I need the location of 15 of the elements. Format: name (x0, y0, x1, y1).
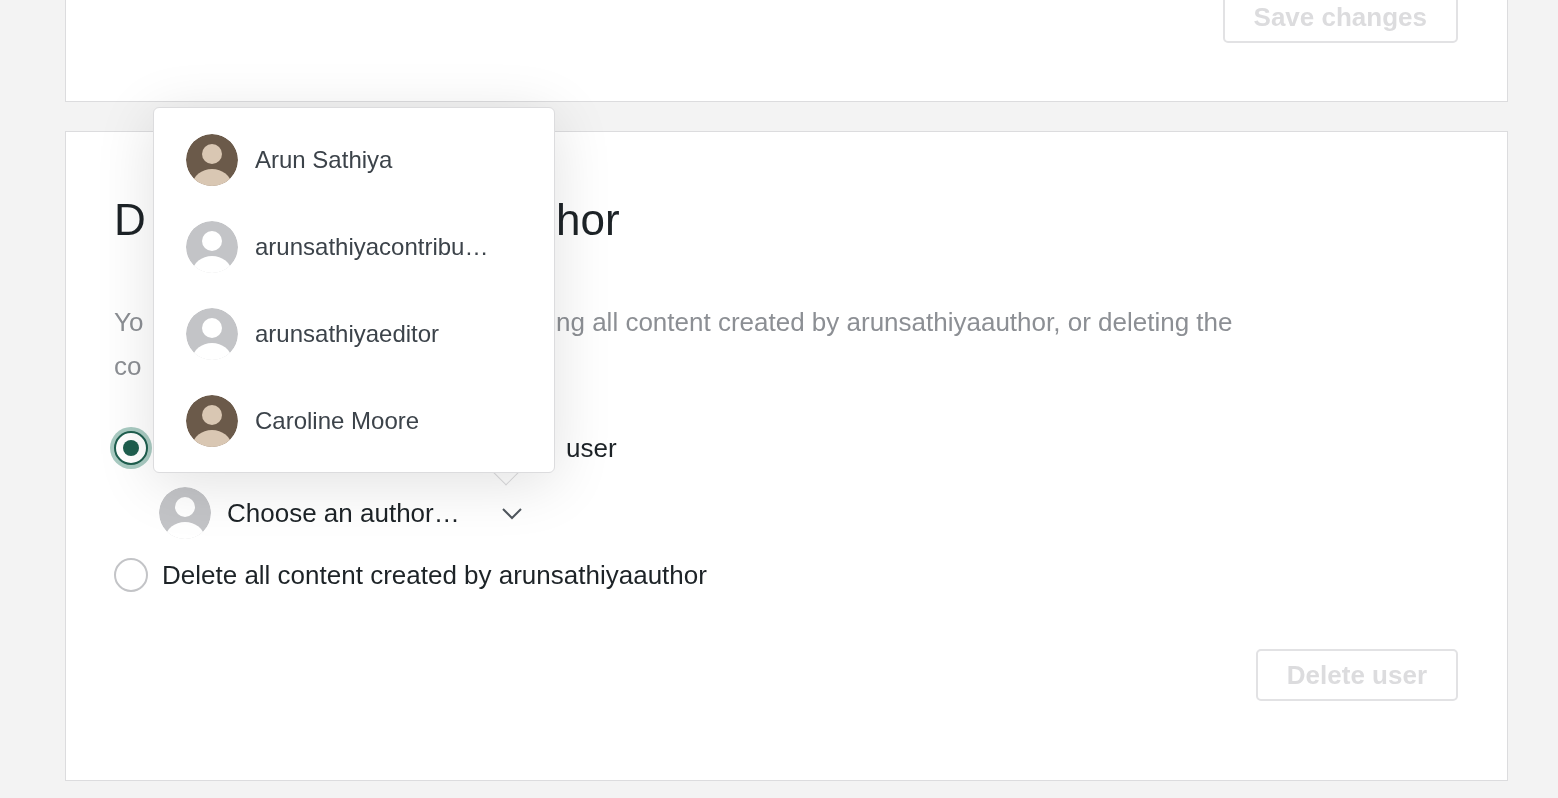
author-option[interactable]: Arun Sathiya (154, 116, 554, 203)
radio-button[interactable] (114, 558, 148, 592)
author-option[interactable]: arunsathiyacontribu… (154, 203, 554, 290)
avatar-icon (159, 487, 211, 539)
caret-icon (501, 506, 523, 520)
option-label: Delete all content created by arunsathiyaauthor (162, 558, 707, 592)
heading-text: hor (556, 194, 620, 246)
description-text: ng all content created by arunsathiyaauthor, or deleting the (556, 306, 1233, 339)
author-option[interactable]: Caroline Moore (154, 377, 554, 464)
description-text: Yo (114, 306, 144, 339)
author-select[interactable]: Choose an author… (159, 485, 523, 541)
option-label: user (566, 431, 617, 465)
description-text: co (114, 350, 142, 383)
author-option[interactable]: arunsathiyaeditor (154, 290, 554, 377)
heading-text: D (114, 194, 146, 246)
